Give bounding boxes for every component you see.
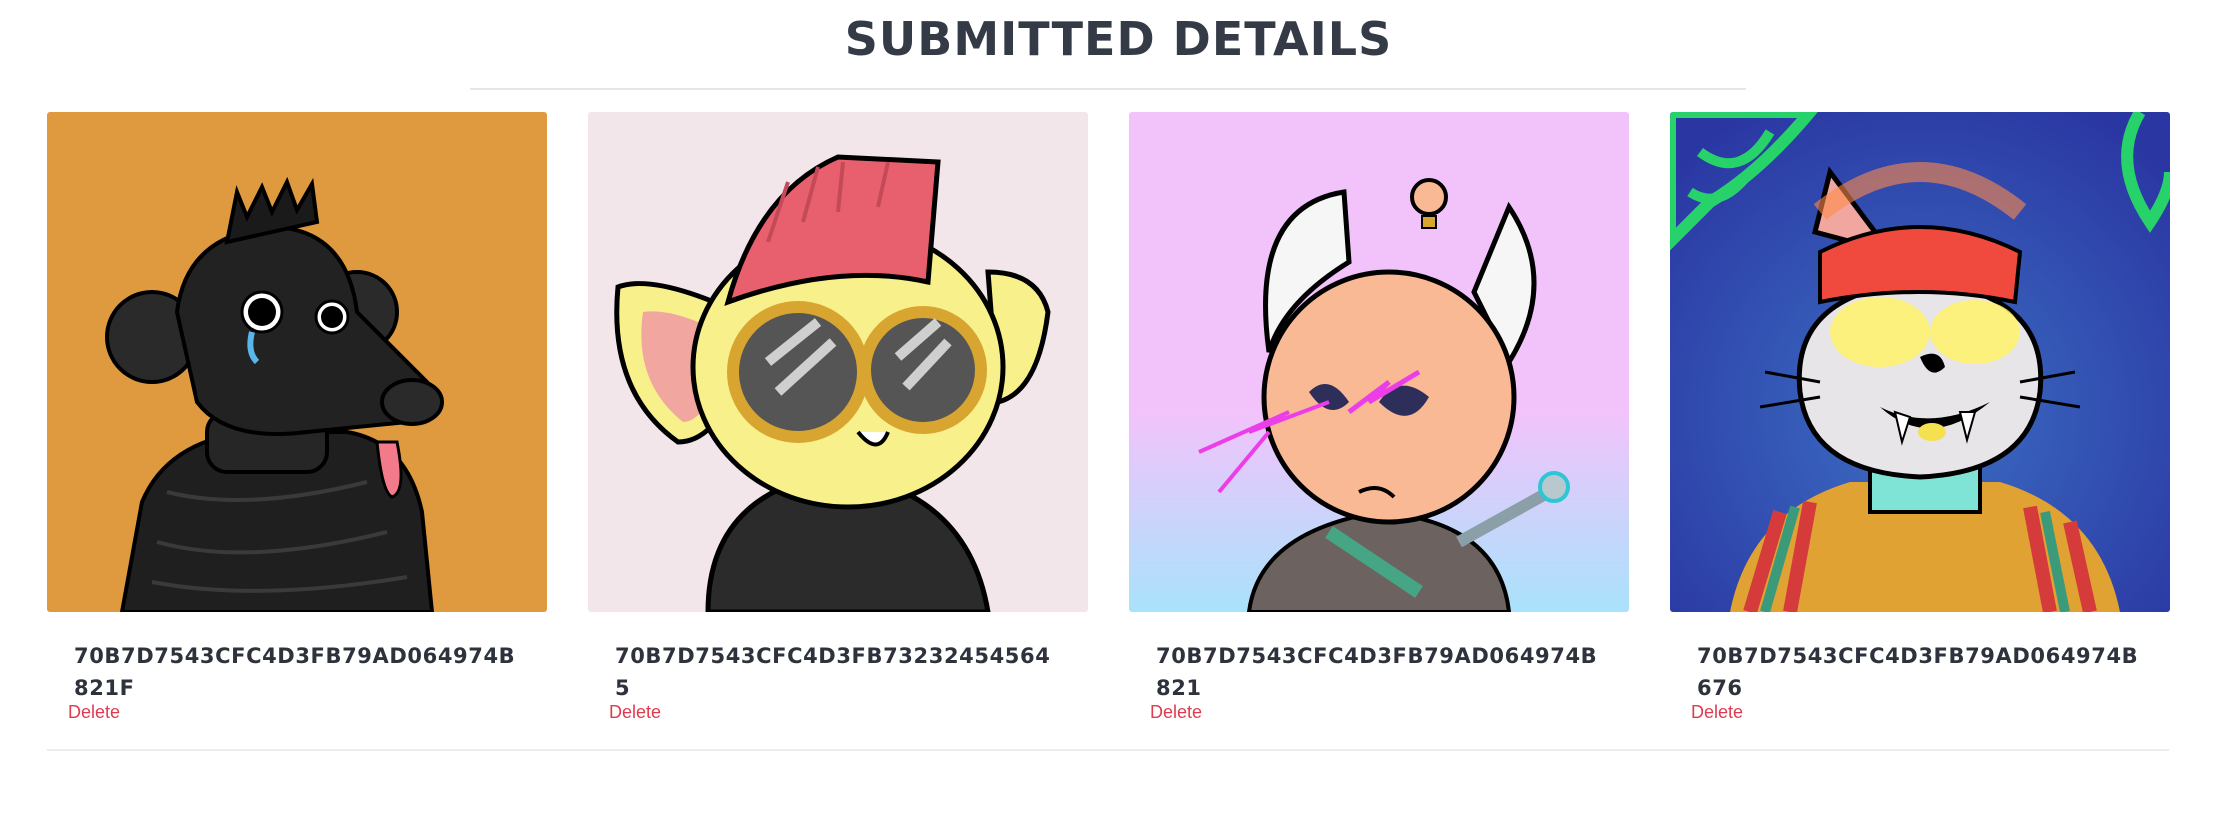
title-divider bbox=[470, 88, 1746, 90]
cat-illustration bbox=[1670, 112, 2170, 612]
horned-creature-illustration bbox=[1129, 112, 1629, 612]
nft-id: 70B7D7543CFC4D3FB79AD064974B821 bbox=[1156, 644, 1598, 700]
nft-card: 70B7D7543CFC4D3FB79AD064974B821F Delete bbox=[47, 112, 547, 722]
nft-id: 70B7D7543CFC4D3FB79AD064974B821F bbox=[74, 644, 516, 700]
nft-image[interactable] bbox=[1129, 112, 1629, 612]
delete-button[interactable]: Delete bbox=[1691, 702, 1743, 723]
delete-button[interactable]: Delete bbox=[68, 702, 120, 723]
nft-card: 70B7D7543CFC4D3FB79AD064974B676 Delete bbox=[1670, 112, 2170, 722]
nft-id: 70B7D7543CFC4D3FB732324545645 bbox=[615, 644, 1051, 700]
delete-button[interactable]: Delete bbox=[609, 702, 661, 723]
nft-image[interactable] bbox=[47, 112, 547, 612]
yellow-creature-illustration bbox=[588, 112, 1088, 612]
page-title: SUBMITTED DETAILS bbox=[844, 12, 1393, 66]
nft-card: 70B7D7543CFC4D3FB79AD064974B821 Delete bbox=[1129, 112, 1629, 722]
nft-image[interactable] bbox=[588, 112, 1088, 612]
bottom-divider bbox=[47, 749, 2169, 751]
nft-id: 70B7D7543CFC4D3FB79AD064974B676 bbox=[1697, 644, 2139, 700]
rat-illustration bbox=[47, 112, 547, 612]
nft-card: 70B7D7543CFC4D3FB732324545645 Delete bbox=[588, 112, 1088, 722]
delete-button[interactable]: Delete bbox=[1150, 702, 1202, 723]
nft-image[interactable] bbox=[1670, 112, 2170, 612]
